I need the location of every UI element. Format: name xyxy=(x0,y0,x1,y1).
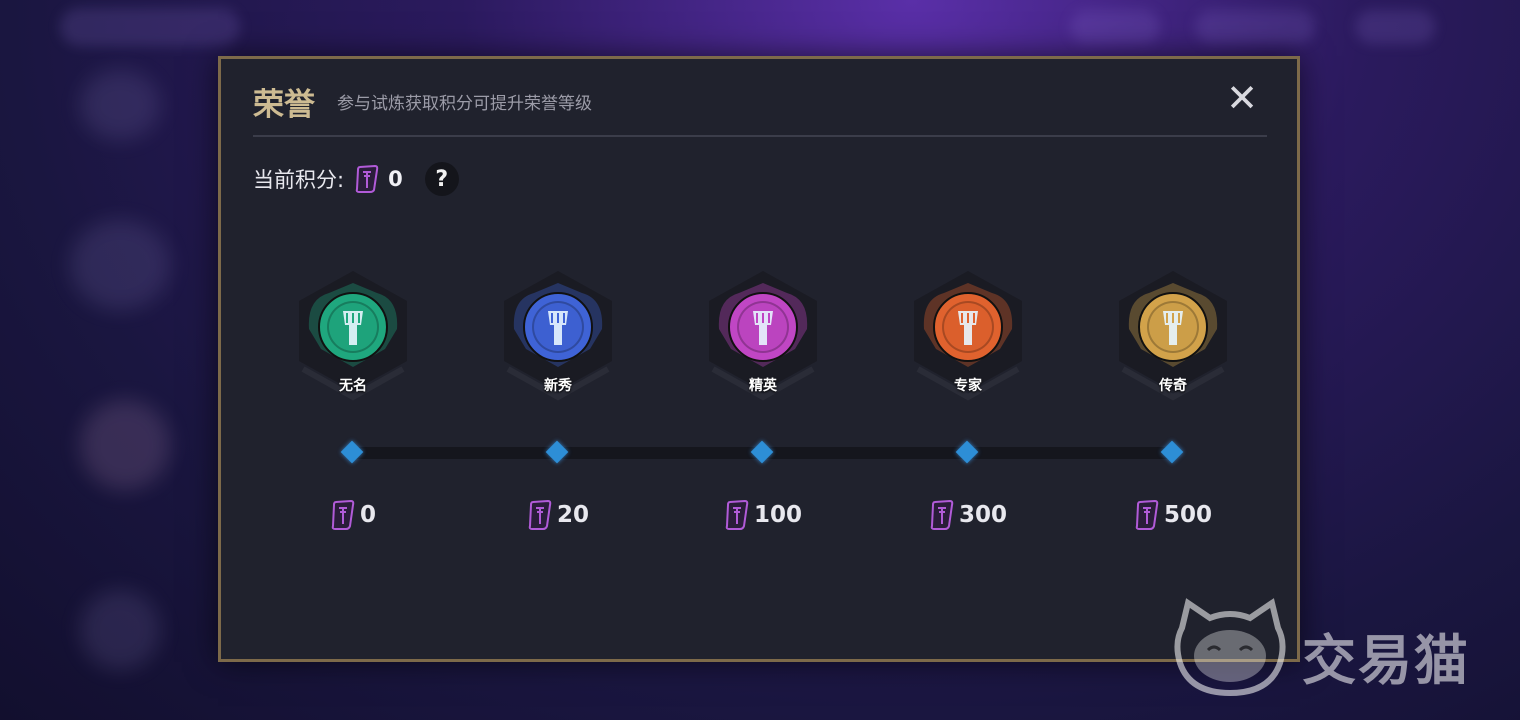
tier-node-icon xyxy=(1160,440,1184,464)
tier-node-icon xyxy=(340,440,364,464)
watermark: 交易猫 xyxy=(1170,598,1510,698)
tier-medal-icon xyxy=(923,283,1013,367)
divider xyxy=(253,135,1267,137)
tier-cost-value: 0 xyxy=(359,502,376,528)
tier-1: 新秀 20 xyxy=(478,269,638,539)
points-token-icon xyxy=(930,499,954,530)
tier-name: 无名 xyxy=(339,378,367,394)
tier-medal-icon xyxy=(308,283,398,367)
points-token-icon xyxy=(1135,499,1159,530)
tier-node-icon xyxy=(955,440,979,464)
tier-name: 精英 xyxy=(749,378,777,394)
points-value: 0 xyxy=(388,167,403,191)
tier-cost-value: 100 xyxy=(753,502,802,528)
close-icon[interactable]: ✕ xyxy=(1225,79,1259,117)
dialog-title: 荣誉 xyxy=(253,87,315,123)
watermark-text: 交易猫 xyxy=(1302,629,1470,692)
tier-4: 传奇 500 xyxy=(1093,269,1253,539)
help-button[interactable]: ? xyxy=(424,162,459,196)
tier-cost-value: 20 xyxy=(556,502,589,528)
points-token-icon xyxy=(331,499,355,530)
points-label: 当前积分: xyxy=(253,168,345,192)
points-token-icon xyxy=(528,499,552,530)
tier-node-icon xyxy=(750,440,774,464)
tier-cost: 0 xyxy=(273,499,433,531)
tier-medal-icon xyxy=(513,283,603,367)
tier-node-icon xyxy=(545,440,569,464)
points-token-icon xyxy=(355,164,379,193)
tier-name: 专家 xyxy=(954,378,982,394)
tier-cost-value: 500 xyxy=(1163,502,1212,528)
tier-cost: 100 xyxy=(683,499,843,531)
tier-name: 传奇 xyxy=(1159,378,1187,394)
tier-0: 无名 0 xyxy=(273,269,433,539)
honor-dialog: 荣誉 参与试炼获取积分可提升荣誉等级 ✕ 当前积分: 0 ? 无名 0 新秀 2… xyxy=(218,56,1300,662)
points-token-icon xyxy=(725,499,749,530)
tier-3: 专家 300 xyxy=(888,269,1048,539)
tier-name: 新秀 xyxy=(544,378,572,394)
current-points: 当前积分: 0 ? xyxy=(253,161,459,197)
tier-cost: 500 xyxy=(1093,499,1253,531)
dialog-subtitle: 参与试炼获取积分可提升荣誉等级 xyxy=(337,94,592,114)
tier-cost: 20 xyxy=(478,499,638,531)
tier-medal-icon xyxy=(1128,283,1218,367)
tier-cost: 300 xyxy=(888,499,1048,531)
tier-2: 精英 100 xyxy=(683,269,843,539)
tier-cost-value: 300 xyxy=(958,502,1007,528)
cat-logo-icon xyxy=(1174,598,1286,697)
tier-medal-icon xyxy=(718,283,808,367)
